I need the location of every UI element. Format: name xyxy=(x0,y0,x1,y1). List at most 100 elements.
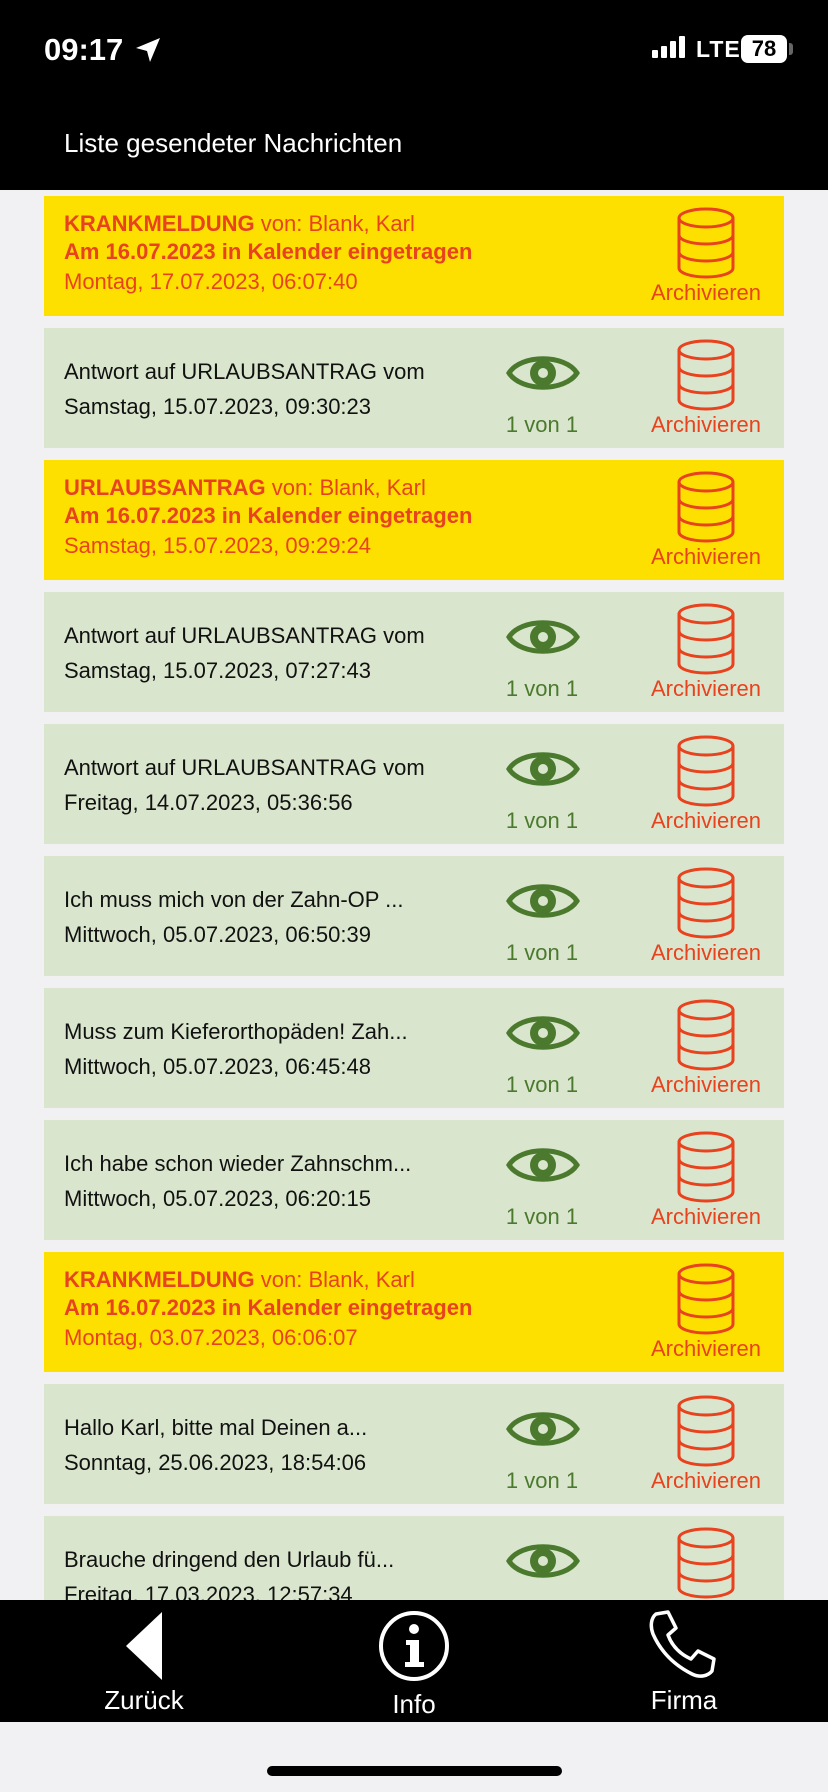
read-count: 1 von 1 xyxy=(505,940,579,965)
archive-button[interactable]: Archivieren xyxy=(634,470,778,580)
message-text: KRANKMELDUNG von: Blank, Karl Am 16.07.20… xyxy=(64,210,524,296)
message-text: KRANKMELDUNG von: Blank, Karl Am 16.07.20… xyxy=(64,1266,524,1352)
read-status[interactable]: 1 von 1 xyxy=(492,1404,592,1504)
home-area xyxy=(0,1722,828,1792)
message-text: Antwort auf URLAUBSANTRAG vom Freitag, 14… xyxy=(64,750,524,820)
message-date: Freitag, 14.07.2023, 05:36:56 xyxy=(64,790,353,815)
message-sender: von: Blank, Karl xyxy=(265,475,426,500)
read-count: 1 von 1 xyxy=(505,808,579,833)
message-item[interactable]: KRANKMELDUNG von: Blank, Karl Am 16.07.20… xyxy=(44,196,784,316)
location-arrow-icon xyxy=(136,38,160,62)
message-item[interactable]: Muss zum Kieferorthopäden! Zah... Mittwoc… xyxy=(44,988,784,1108)
archive-label: Archivieren xyxy=(650,544,762,569)
message-preview: Antwort auf URLAUBSANTRAG vom xyxy=(64,359,425,384)
archive-label: Archivieren xyxy=(650,1336,762,1361)
message-preview: Ich habe schon wieder Zahnschm... xyxy=(64,1151,412,1176)
archive-button[interactable]: Archivieren xyxy=(634,338,778,448)
message-header: URLAUBSANTRAG von: Blank, Karl xyxy=(64,474,524,502)
message-header: KRANKMELDUNG von: Blank, Karl xyxy=(64,210,524,238)
archive-label: Archivieren xyxy=(650,280,762,305)
message-text: Ich muss mich von der Zahn-OP ... Mittwoc… xyxy=(64,882,524,952)
message-text: Ich habe schon wieder Zahnschm... Mittwoc… xyxy=(64,1146,524,1216)
message-text: Hallo Karl, bitte mal Deinen a... Sonntag… xyxy=(64,1410,524,1480)
eye-icon xyxy=(506,620,580,654)
archive-button[interactable]: Archivieren xyxy=(634,998,778,1108)
archive-button[interactable]: Archivieren xyxy=(634,1130,778,1240)
read-count: 1 von 1 xyxy=(505,676,579,701)
archive-label: Archivieren xyxy=(650,808,762,833)
eye-icon xyxy=(506,1016,580,1050)
message-item[interactable]: URLAUBSANTRAG von: Blank, Karl Am 16.07.2… xyxy=(44,460,784,580)
read-status[interactable]: 1 von 1 xyxy=(492,612,592,712)
message-item[interactable]: Ich muss mich von der Zahn-OP ... Mittwoc… xyxy=(44,856,784,976)
message-date: Samstag, 15.07.2023, 09:30:23 xyxy=(64,394,372,419)
read-status[interactable]: 1 von 1 xyxy=(492,1536,592,1600)
company-button[interactable]: Firma xyxy=(594,1600,774,1722)
message-date: Mittwoch, 05.07.2023, 06:45:48 xyxy=(64,1054,371,1079)
message-kind: URLAUBSANTRAG xyxy=(64,475,266,500)
back-arrow-icon xyxy=(126,1612,162,1680)
message-item[interactable]: Antwort auf URLAUBSANTRAG vom Samstag, 15… xyxy=(44,592,784,712)
info-button[interactable]: Info xyxy=(324,1600,504,1722)
message-date: Mittwoch, 05.07.2023, 06:50:39 xyxy=(64,922,371,947)
home-indicator[interactable] xyxy=(267,1766,562,1776)
message-preview: Ich muss mich von der Zahn-OP ... xyxy=(64,887,404,912)
status-time: 09:17 xyxy=(44,32,124,67)
archive-label: Archivieren xyxy=(650,412,762,437)
read-status[interactable]: 1 von 1 xyxy=(492,1008,592,1108)
message-date: Freitag, 17.03.2023, 12:57:34 xyxy=(64,1582,353,1600)
message-date: Montag, 17.07.2023, 06:07:40 xyxy=(64,269,358,294)
archive-button[interactable]: Archivieren xyxy=(634,1394,778,1504)
eye-icon xyxy=(506,752,580,786)
archive-database-icon xyxy=(677,1263,735,1335)
message-item[interactable]: Ich habe schon wieder Zahnschm... Mittwoc… xyxy=(44,1120,784,1240)
archive-database-icon xyxy=(677,1131,735,1203)
read-status[interactable]: 1 von 1 xyxy=(492,744,592,844)
status-bar: 09:17 LTE 78 xyxy=(0,0,828,100)
eye-icon xyxy=(506,1412,580,1446)
archive-button[interactable]: Archivieren xyxy=(634,866,778,976)
archive-label: Archivieren xyxy=(650,940,762,965)
message-kind: KRANKMELDUNG xyxy=(64,1267,255,1292)
message-date: Samstag, 15.07.2023, 09:29:24 xyxy=(64,533,372,558)
calendar-note: Am 16.07.2023 in Kalender eingetragen xyxy=(64,1295,473,1320)
archive-database-icon xyxy=(677,339,735,411)
archive-button[interactable]: Archivieren xyxy=(634,206,778,316)
message-text: Brauche dringend den Urlaub fü... Freitag… xyxy=(64,1542,524,1600)
message-item[interactable]: Antwort auf URLAUBSANTRAG vom Samstag, 15… xyxy=(44,328,784,448)
message-preview: Muss zum Kieferorthopäden! Zah... xyxy=(64,1019,408,1044)
archive-button[interactable]: Archivieren xyxy=(634,1262,778,1372)
archive-label: Archivieren xyxy=(650,1072,762,1097)
phone-icon xyxy=(649,1610,716,1678)
message-sender: von: Blank, Karl xyxy=(254,211,415,236)
message-item[interactable]: Hallo Karl, bitte mal Deinen a... Sonntag… xyxy=(44,1384,784,1504)
back-button[interactable]: Zurück xyxy=(54,1600,234,1722)
archive-database-icon xyxy=(677,867,735,939)
message-date: Sonntag, 25.06.2023, 18:54:06 xyxy=(64,1450,367,1475)
message-item[interactable]: KRANKMELDUNG von: Blank, Karl Am 16.07.20… xyxy=(44,1252,784,1372)
message-list[interactable]: KRANKMELDUNG von: Blank, Karl Am 16.07.20… xyxy=(0,190,828,1600)
archive-button[interactable]: Archivieren xyxy=(634,602,778,712)
message-preview: Antwort auf URLAUBSANTRAG vom xyxy=(64,623,425,648)
battery-tip xyxy=(789,43,793,55)
read-status[interactable]: 1 von 1 xyxy=(492,1140,592,1240)
message-text: Antwort auf URLAUBSANTRAG vom Samstag, 15… xyxy=(64,618,524,688)
read-status[interactable]: 1 von 1 xyxy=(492,348,592,448)
message-item[interactable]: Antwort auf URLAUBSANTRAG vom Freitag, 14… xyxy=(44,724,784,844)
eye-icon xyxy=(506,356,580,390)
archive-database-icon xyxy=(677,207,735,279)
read-count: 1 von 1 xyxy=(505,1468,579,1493)
archive-database-icon xyxy=(677,603,735,675)
company-label: Firma xyxy=(650,1685,718,1715)
archive-label: Archivieren xyxy=(650,676,762,701)
message-item[interactable]: Brauche dringend den Urlaub fü... Freitag… xyxy=(44,1516,784,1600)
message-preview: Antwort auf URLAUBSANTRAG vom xyxy=(64,755,425,780)
archive-button[interactable]: Archivieren xyxy=(634,1526,778,1600)
message-text: Antwort auf URLAUBSANTRAG vom Samstag, 15… xyxy=(64,354,524,424)
signal-icon xyxy=(652,36,685,58)
eye-icon xyxy=(506,1544,580,1578)
message-header: KRANKMELDUNG von: Blank, Karl xyxy=(64,1266,524,1294)
archive-button[interactable]: Archivieren xyxy=(634,734,778,844)
read-count: 1 von 1 xyxy=(505,412,579,437)
read-status[interactable]: 1 von 1 xyxy=(492,876,592,976)
